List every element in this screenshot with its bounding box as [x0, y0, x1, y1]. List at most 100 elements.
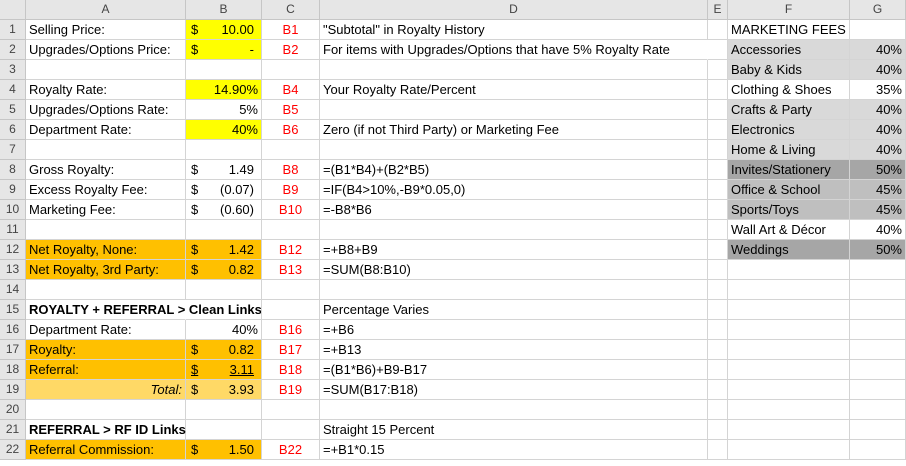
cell-f22[interactable]: [728, 440, 850, 460]
cell-b16[interactable]: 40%: [186, 320, 262, 340]
cell-c10[interactable]: B10: [262, 200, 320, 220]
cell-b3[interactable]: [186, 60, 262, 80]
cell-f16[interactable]: [728, 320, 850, 340]
row-header-15[interactable]: 15: [0, 300, 26, 320]
cell-c22[interactable]: B22: [262, 440, 320, 460]
cell-c6[interactable]: B6: [262, 120, 320, 140]
row-header-10[interactable]: 10: [0, 200, 26, 220]
row-header-13[interactable]: 13: [0, 260, 26, 280]
cell-g20[interactable]: [850, 400, 906, 420]
cell-d1[interactable]: "Subtotal" in Royalty History: [320, 20, 708, 40]
column-header-e[interactable]: E: [708, 0, 728, 20]
cell-g19[interactable]: [850, 380, 906, 400]
cell-d15[interactable]: Percentage Varies: [320, 300, 708, 320]
cell-b17[interactable]: $0.82: [186, 340, 262, 360]
cell-a13[interactable]: Net Royalty, 3rd Party:: [26, 260, 186, 280]
column-header-d[interactable]: D: [320, 0, 708, 20]
cell-c16[interactable]: B16: [262, 320, 320, 340]
cell-f3[interactable]: Baby & Kids: [728, 60, 850, 80]
cell-b11[interactable]: [186, 220, 262, 240]
cell-f4[interactable]: Clothing & Shoes: [728, 80, 850, 100]
cell-c8[interactable]: B8: [262, 160, 320, 180]
cell-f11[interactable]: Wall Art & Décor: [728, 220, 850, 240]
row-header-8[interactable]: 8: [0, 160, 26, 180]
cell-b18[interactable]: $3.11: [186, 360, 262, 380]
cell-b10[interactable]: $ (0.60): [186, 200, 262, 220]
cell-f12[interactable]: Weddings: [728, 240, 850, 260]
cell-c11[interactable]: [262, 220, 320, 240]
cell-g12[interactable]: 50%: [850, 240, 906, 260]
cell-c2[interactable]: B2: [262, 40, 320, 60]
cell-e21[interactable]: [708, 420, 728, 440]
cell-a9[interactable]: Excess Royalty Fee:: [26, 180, 186, 200]
row-header-4[interactable]: 4: [0, 80, 26, 100]
cell-a10[interactable]: Marketing Fee:: [26, 200, 186, 220]
cell-f1[interactable]: MARKETING FEES: [728, 20, 850, 40]
cell-c19[interactable]: B19: [262, 380, 320, 400]
cell-a15[interactable]: ROYALTY + REFERRAL > Clean Links: [26, 300, 262, 320]
column-header-g[interactable]: G: [850, 0, 906, 20]
cell-c3[interactable]: [262, 60, 320, 80]
cell-a21[interactable]: REFERRAL > RF ID Links: [26, 420, 186, 440]
cell-d2[interactable]: For items with Upgrades/Options that hav…: [320, 40, 708, 60]
cell-d10[interactable]: =-B8*B6: [320, 200, 708, 220]
cell-g13[interactable]: [850, 260, 906, 280]
cell-c20[interactable]: [262, 400, 320, 420]
cell-g15[interactable]: [850, 300, 906, 320]
cell-e10[interactable]: [708, 200, 728, 220]
cell-d4[interactable]: Your Royalty Rate/Percent: [320, 80, 708, 100]
cell-c21[interactable]: [262, 420, 320, 440]
cell-e2[interactable]: [708, 40, 728, 60]
cell-d5[interactable]: [320, 100, 708, 120]
cell-f15[interactable]: [728, 300, 850, 320]
cell-d18[interactable]: =(B1*B6)+B9-B17: [320, 360, 708, 380]
cell-g10[interactable]: 45%: [850, 200, 906, 220]
cell-d20[interactable]: [320, 400, 708, 420]
cell-c15[interactable]: [262, 300, 320, 320]
cell-a22[interactable]: Referral Commission:: [26, 440, 186, 460]
cell-b8[interactable]: $1.49: [186, 160, 262, 180]
row-header-19[interactable]: 19: [0, 380, 26, 400]
cell-d11[interactable]: [320, 220, 708, 240]
cell-b21[interactable]: [186, 420, 262, 440]
cell-e20[interactable]: [708, 400, 728, 420]
cell-f13[interactable]: [728, 260, 850, 280]
cell-b19[interactable]: $3.93: [186, 380, 262, 400]
cell-d8[interactable]: =(B1*B4)+(B2*B5): [320, 160, 708, 180]
cell-d13[interactable]: =SUM(B8:B10): [320, 260, 708, 280]
cell-a16[interactable]: Department Rate:: [26, 320, 186, 340]
cell-a19[interactable]: Total:: [26, 380, 186, 400]
cell-d9[interactable]: =IF(B4>10%,-B9*0.05,0): [320, 180, 708, 200]
row-header-2[interactable]: 2: [0, 40, 26, 60]
cell-b9[interactable]: $ (0.07): [186, 180, 262, 200]
cell-d12[interactable]: =+B8+B9: [320, 240, 708, 260]
cell-e9[interactable]: [708, 180, 728, 200]
column-header-b[interactable]: B: [186, 0, 262, 20]
cell-a20[interactable]: [26, 400, 186, 420]
cell-b4[interactable]: 14.90%: [186, 80, 262, 100]
cell-g4[interactable]: 35%: [850, 80, 906, 100]
cell-f14[interactable]: [728, 280, 850, 300]
cell-d21[interactable]: Straight 15 Percent: [320, 420, 708, 440]
cell-f20[interactable]: [728, 400, 850, 420]
cell-c18[interactable]: B18: [262, 360, 320, 380]
cell-f10[interactable]: Sports/Toys: [728, 200, 850, 220]
cell-a3[interactable]: [26, 60, 186, 80]
cell-g17[interactable]: [850, 340, 906, 360]
cell-e17[interactable]: [708, 340, 728, 360]
row-header-6[interactable]: 6: [0, 120, 26, 140]
cell-d3[interactable]: [320, 60, 708, 80]
cell-f7[interactable]: Home & Living: [728, 140, 850, 160]
cell-c4[interactable]: B4: [262, 80, 320, 100]
cell-e19[interactable]: [708, 380, 728, 400]
cell-b12[interactable]: $1.42: [186, 240, 262, 260]
row-header-11[interactable]: 11: [0, 220, 26, 240]
cell-f19[interactable]: [728, 380, 850, 400]
cell-g3[interactable]: 40%: [850, 60, 906, 80]
cell-e7[interactable]: [708, 140, 728, 160]
cell-a12[interactable]: Net Royalty, None:: [26, 240, 186, 260]
cell-b20[interactable]: [186, 400, 262, 420]
row-header-14[interactable]: 14: [0, 280, 26, 300]
cell-d19[interactable]: =SUM(B17:B18): [320, 380, 708, 400]
column-header-a[interactable]: A: [26, 0, 186, 20]
